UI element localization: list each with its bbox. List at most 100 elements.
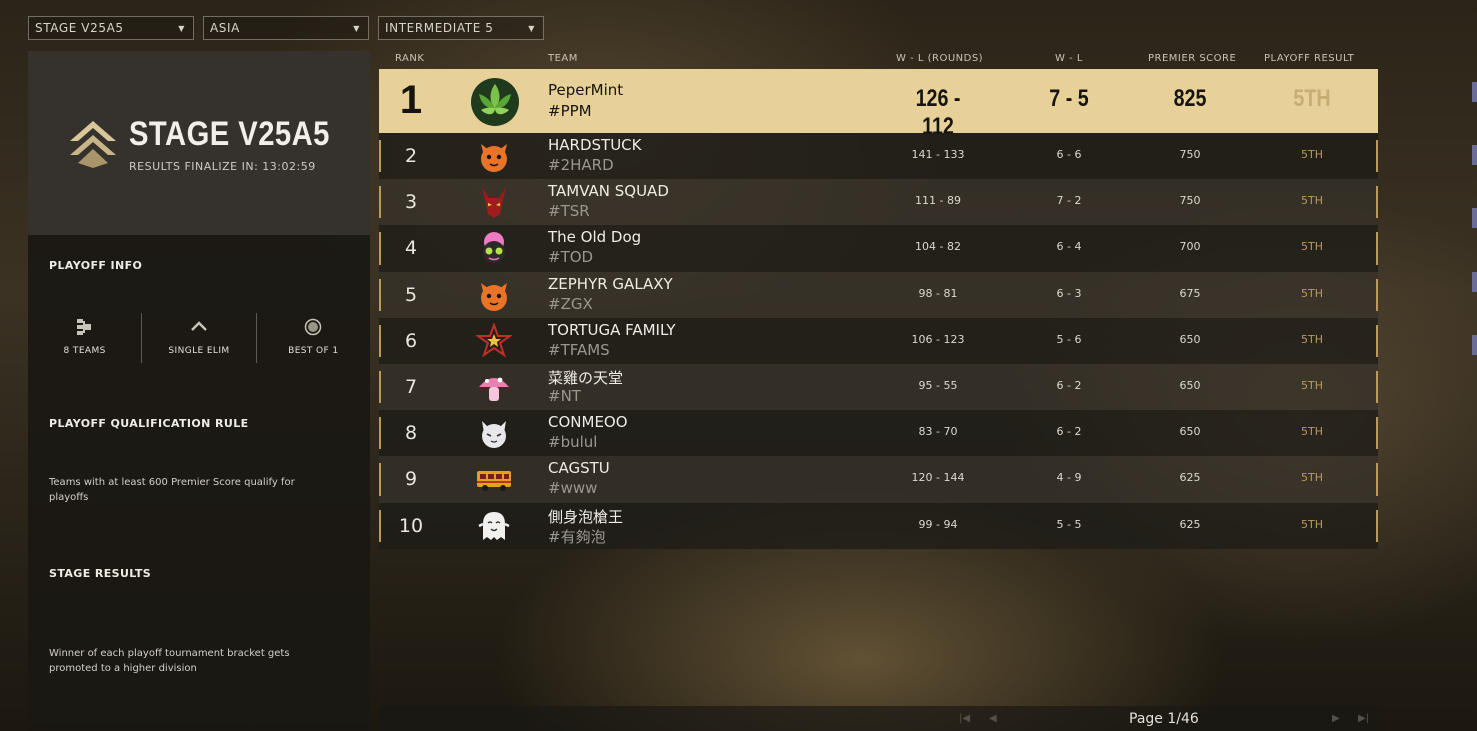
stage-results-text: Winner of each playoff tournament bracke… [49,648,290,674]
row-rank: 6 [404,329,418,352]
chevron-down-icon: ▼ [353,23,360,33]
region-dropdown[interactable]: ASIA ▼ [203,16,369,40]
rounds-wl: 104 - 82 [915,240,961,254]
table-row[interactable]: 7 菜雞の天堂 #NT 95 - 55 6 - 2 650 5TH [379,363,1378,411]
row-rank: 3 [404,191,418,214]
division-dropdown[interactable]: INTERMEDIATE 5 ▼ [378,16,544,40]
rounds-wl: 83 - 70 [918,425,958,439]
info-teams: 8 TEAMS [28,313,141,363]
edge-tab[interactable] [1472,208,1477,228]
last-page-icon[interactable]: ▶| [1358,713,1369,724]
edge-tab[interactable] [1472,145,1477,165]
playoff-result: 5TH [1301,378,1323,392]
orange-cat-avatar-icon [481,282,507,311]
premier-score: 700 [1179,240,1201,254]
rounds-wl: 111 - 89 [915,194,961,208]
team-name: 側身泡槍王 [548,507,624,526]
stage-chevron-logo-icon [70,121,116,168]
chevron-down-icon: ▼ [528,23,535,33]
table-row[interactable]: 5 ZEPHYR GALAXY #ZGX 98 - 81 6 - 3 675 5… [379,271,1378,318]
premier-score: 825 [1173,85,1207,112]
first-page-icon[interactable]: |◀ [959,713,970,724]
table-row[interactable]: 9 CAGSTU #www 120 - 144 4 - 9 625 5TH [379,456,1378,503]
table-row[interactable]: 10 側身泡槍王 #有夠泡 99 - 94 5 - 5 625 5TH [379,502,1378,549]
orange-cat-avatar-icon [481,144,507,172]
info-format-label: SINGLE ELIM [168,346,230,356]
match-wl: 4 - 9 [1056,471,1082,485]
team-tag: #www [548,479,598,498]
premier-score: 625 [1179,517,1201,531]
team-tag: #有夠泡 [548,527,606,546]
playoff-info-row: 8 TEAMS SINGLE ELIM BEST OF 1 [28,313,370,363]
playoff-result: 5TH [1301,425,1323,439]
chevron-up-icon [191,321,207,331]
white-cat-avatar-icon [482,421,506,449]
stage-card: STAGE V25A5 RESULTS FINALIZE IN: 13:02:5… [28,51,370,235]
team-tag: #TSR [548,202,590,221]
edge-tab[interactable] [1472,272,1477,292]
team-name: TAMVAN SQUAD [548,182,669,201]
team-name: The Old Dog [548,228,642,247]
header-playoff-result: PLAYOFF RESULT [1264,53,1355,64]
match-wl: 5 - 6 [1056,332,1082,346]
row-rank: 4 [404,237,418,260]
team-name: CAGSTU [548,459,610,478]
team-name: PeperMint [548,81,624,99]
table-row[interactable]: 6 TORTUGA FAMILY #TFAMS 106 - 123 5 - 6 … [379,317,1378,364]
premier-score: 675 [1179,286,1201,300]
table-header: RANK TEAM W - L (ROUNDS) W - L PREMIER S… [379,51,1378,69]
info-format: SINGLE ELIM [141,313,255,363]
next-page-icon[interactable]: ▶ [1332,713,1340,724]
premier-score: 750 [1179,194,1201,208]
playoff-info-title: PLAYOFF INFO [49,259,143,272]
stage-title: STAGE V25A5 [129,115,330,153]
header-premier-score: PREMIER SCORE [1148,53,1237,64]
ghost-avatar-icon [478,511,510,540]
row-rank: 5 [404,283,418,306]
star-avatar-icon [476,322,512,358]
table-row[interactable]: 2 HARDSTUCK #2HARD 141 - 133 6 - 6 750 5… [379,133,1378,180]
row-rank: 1 [399,78,423,122]
team-name: CONMEOO [548,413,628,432]
edge-tab[interactable] [1472,82,1477,102]
filter-bar: STAGE V25A5 ▼ ASIA ▼ INTERMEDIATE 5 ▼ [28,16,544,40]
match-wl: 6 - 6 [1056,148,1082,161]
team-tag: #TFAMS [548,340,610,359]
playoff-result: 5TH [1301,517,1323,531]
circle-target-icon [305,318,322,336]
pink-creature-avatar-icon [483,232,505,264]
rounds-wl: 120 - 144 [911,471,965,485]
info-teams-label: 8 TEAMS [63,346,106,356]
prev-page-icon[interactable]: ◀ [989,713,997,724]
header-wl: W - L [1055,53,1083,64]
edge-tab[interactable] [1472,335,1477,355]
table-row[interactable]: 8 CONMEOO #bulul 83 - 70 6 - 2 650 5TH [379,410,1378,457]
match-wl: 6 - 4 [1056,240,1082,254]
header-team: TEAM [548,53,578,64]
team-tag: #TOD [548,248,594,267]
premier-score: 625 [1179,471,1201,485]
table-row[interactable]: 4 The Old Dog #TOD 104 - 82 6 - 4 700 5T… [379,225,1378,272]
pagination-bar: |◀ ◀ Page 1/46 ▶ ▶| [379,706,1378,731]
playoff-result: 5TH [1301,148,1323,161]
team-tag: #PPM [548,102,592,120]
playoff-result: 5TH [1301,240,1323,254]
stage-dropdown[interactable]: STAGE V25A5 ▼ [28,16,194,40]
header-rank: RANK [395,53,425,64]
team-tag: #ZGX [548,294,593,313]
row-rank: 8 [404,422,418,445]
region-dropdown-value: ASIA [210,21,240,35]
match-wl: 6 - 3 [1056,286,1082,300]
team-name: TORTUGA FAMILY [548,320,676,339]
table-row[interactable]: 1 PeperMint #PPM 126 - 112 7 - 5 825 5TH [379,69,1378,140]
match-wl: 6 - 2 [1056,378,1082,392]
playoff-result: 5TH [1301,194,1323,208]
rounds-wl: 98 - 81 [918,286,958,300]
team-tag: #NT [548,386,581,405]
table-row[interactable]: 3 TAMVAN SQUAD #TSR 111 - 89 7 - 2 750 5… [379,179,1378,226]
row-rank: 2 [404,145,418,167]
info-best-of: BEST OF 1 [255,313,370,363]
qualification-rule-text: Teams with at least 600 Premier Score qu… [49,477,295,503]
team-name: 菜雞の天堂 [548,368,624,387]
team-name: HARDSTUCK [548,136,642,154]
